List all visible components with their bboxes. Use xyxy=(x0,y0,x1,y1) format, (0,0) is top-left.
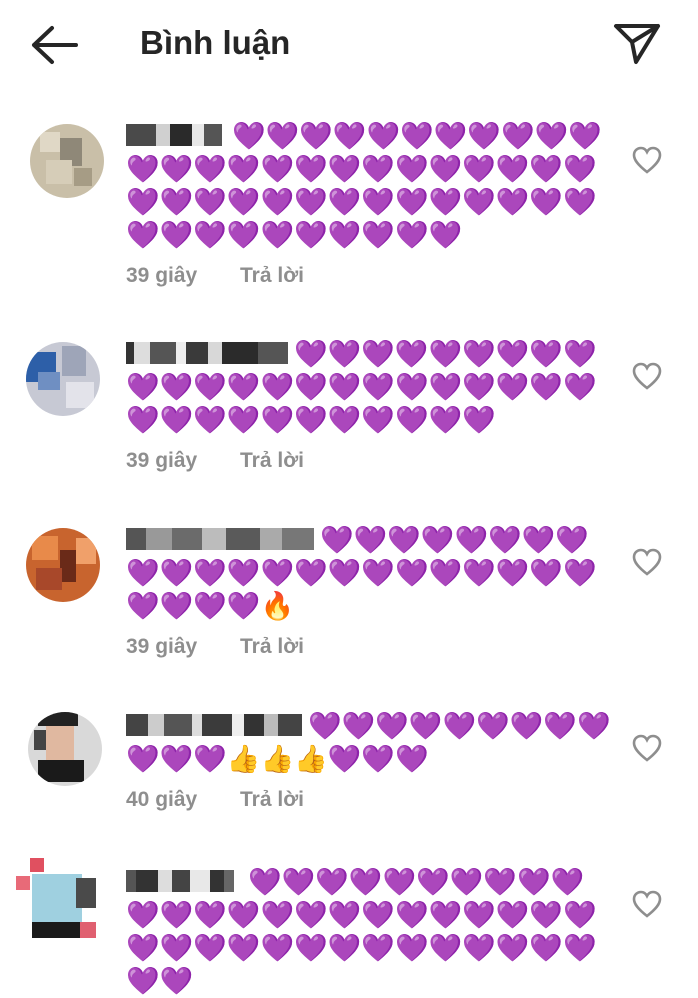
username-blurred[interactable] xyxy=(126,123,226,146)
heart-outline-icon xyxy=(632,146,662,174)
comment-meta: 40 giây Trả lời xyxy=(126,788,612,812)
reply-button[interactable]: Trả lời xyxy=(240,264,304,288)
like-button[interactable] xyxy=(630,888,664,920)
header: Bình luận xyxy=(0,0,698,88)
username-blurred[interactable] xyxy=(126,713,302,736)
reply-button[interactable]: Trả lời xyxy=(240,635,304,659)
reply-button[interactable]: Trả lời xyxy=(240,788,304,812)
like-button[interactable] xyxy=(630,360,664,392)
username-blurred[interactable] xyxy=(126,527,314,550)
avatar[interactable] xyxy=(28,712,102,786)
comment-text: 💜💜💜💜💜💜💜💜💜💜💜💜💜💜💜💜💜💜💜💜💜💜💜💜💜💜💜💜💜💜💜💜💜💜💜💜💜💜💜💜 xyxy=(126,867,597,997)
avatar[interactable] xyxy=(30,124,104,198)
avatar[interactable] xyxy=(26,342,100,416)
avatar[interactable] xyxy=(16,858,96,938)
comment-meta: 39 giây Trả lời xyxy=(126,264,612,288)
username-blurred[interactable] xyxy=(126,869,242,892)
comment-time: 39 giây xyxy=(126,449,198,472)
comment-meta: 39 giây Trả lời xyxy=(126,635,612,659)
username-blurred[interactable] xyxy=(126,341,288,364)
comment-text: 💜💜💜💜💜💜💜💜💜💜💜💜👍👍👍💜💜💜 xyxy=(126,711,611,775)
heart-outline-icon xyxy=(632,890,662,918)
heart-outline-icon xyxy=(632,548,662,576)
avatar[interactable] xyxy=(26,528,100,602)
heart-outline-icon xyxy=(632,362,662,390)
comment-time: 39 giây xyxy=(126,635,198,658)
heart-outline-icon xyxy=(632,734,662,762)
like-button[interactable] xyxy=(630,732,664,764)
arrow-left-icon xyxy=(32,26,78,64)
like-button[interactable] xyxy=(630,144,664,176)
comment-text: 💜💜💜💜💜💜💜💜💜💜💜💜💜💜💜💜💜💜💜💜💜💜💜💜💜💜💜💜💜💜💜💜💜💜💜💜💜💜💜💜… xyxy=(126,121,602,251)
reply-button[interactable]: Trả lời xyxy=(240,449,304,473)
comment-text: 💜💜💜💜💜💜💜💜💜💜💜💜💜💜💜💜💜💜💜💜💜💜💜💜💜💜🔥 xyxy=(126,525,597,622)
paper-plane-icon xyxy=(614,24,660,64)
share-button[interactable] xyxy=(612,20,664,68)
like-button[interactable] xyxy=(630,546,664,578)
comment-text: 💜💜💜💜💜💜💜💜💜💜💜💜💜💜💜💜💜💜💜💜💜💜💜💜💜💜💜💜💜💜💜💜💜💜 xyxy=(126,339,597,436)
page-title: Bình luận xyxy=(140,24,291,61)
comment-time: 39 giây xyxy=(126,264,198,287)
comment-meta: 39 giây Trả lời xyxy=(126,449,612,473)
comment-time: 40 giây xyxy=(126,788,198,811)
back-button[interactable] xyxy=(26,22,82,68)
